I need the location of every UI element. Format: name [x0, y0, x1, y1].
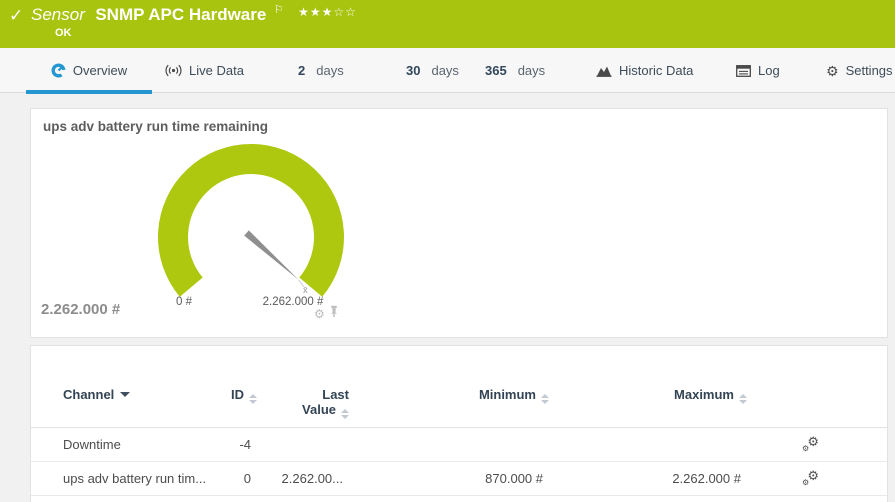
- channel-table-panel: Channel ID Last Value Minimum Maximum Do…: [30, 345, 888, 502]
- sort-icon: [341, 409, 349, 419]
- table-row-battery-runtime: ups adv battery run tim... 0 2.262.00...…: [31, 462, 887, 496]
- tab-365-days[interactable]: 365 days: [485, 48, 545, 93]
- area-chart-icon: [596, 64, 612, 77]
- tab-historic-data-label: Historic Data: [619, 63, 693, 78]
- sort-icon: [541, 394, 549, 404]
- tab-settings-label: Settings: [846, 63, 893, 78]
- battery-runtime-gauge: x̄ 0 # 2.262.000 #: [129, 131, 371, 331]
- cell-channel[interactable]: ups adv battery run tim...: [31, 462, 211, 496]
- header-id[interactable]: ID: [211, 372, 259, 428]
- gauge-current-value: 2.262.000 #: [41, 301, 120, 318]
- channel-table-header-row: Channel ID Last Value Minimum Maximum: [31, 372, 887, 428]
- tab-30-days[interactable]: 30 days: [406, 48, 459, 93]
- tab-historic-data[interactable]: Historic Data: [596, 48, 693, 93]
- gauge-panel: ups adv battery run time remaining x̄ 0 …: [30, 108, 888, 338]
- cell-id: 0: [211, 462, 259, 496]
- cell-last-value: 2.262.00...: [259, 462, 351, 496]
- header-maximum[interactable]: Maximum: [551, 372, 749, 428]
- tab-overview-label: Overview: [73, 63, 127, 78]
- header-minimum-label: Minimum: [479, 387, 536, 402]
- header-channel[interactable]: Channel: [31, 372, 211, 428]
- object-kind-label: Sensor: [31, 5, 85, 24]
- sensor-name: SNMP APC Hardware: [95, 5, 266, 24]
- log-list-icon: [736, 65, 751, 77]
- tab-live-data-label: Live Data: [189, 63, 244, 78]
- tab-log-label: Log: [758, 63, 780, 78]
- header-id-label: ID: [231, 387, 244, 402]
- channel-settings-icon[interactable]: [802, 470, 819, 485]
- sensor-status-text: OK: [55, 27, 72, 39]
- sort-descending-icon: [120, 392, 130, 397]
- sensor-title-line: Sensor SNMP APC Hardware ⚐ ★★★☆☆: [31, 5, 357, 25]
- channel-table: Channel ID Last Value Minimum Maximum Do…: [31, 372, 887, 496]
- gauge-settings-icon[interactable]: ⚙: [314, 308, 325, 320]
- tab-365-days-word: days: [518, 63, 545, 78]
- gauge-pin-icon[interactable]: [329, 305, 339, 323]
- tab-2-days-word: days: [316, 63, 343, 78]
- gauge-scale-min: 0 #: [176, 296, 193, 308]
- cell-minimum: 870.000 #: [351, 462, 551, 496]
- gauge-icon: [51, 63, 66, 78]
- tab-settings[interactable]: ⚙ Settings: [826, 48, 893, 93]
- cell-maximum: 2.262.000 #: [551, 462, 749, 496]
- cell-last-value: [259, 428, 351, 462]
- tab-log[interactable]: Log: [736, 48, 780, 93]
- live-data-icon: [165, 64, 182, 77]
- header-last-value[interactable]: Last Value: [259, 372, 351, 428]
- header-actions: [749, 372, 887, 428]
- gear-icon: ⚙: [826, 64, 839, 78]
- stars-filled[interactable]: ★★★: [298, 5, 333, 19]
- header-minimum[interactable]: Minimum: [351, 372, 551, 428]
- cell-id: -4: [211, 428, 259, 462]
- channel-settings-icon[interactable]: [802, 436, 819, 451]
- table-row-downtime: Downtime -4: [31, 428, 887, 462]
- tab-bar: Overview Live Data 2 days 30 days 365 da…: [0, 48, 895, 93]
- tab-365-days-number: 365: [485, 63, 507, 78]
- priority-flag-icon[interactable]: ⚐: [274, 4, 284, 16]
- cell-channel[interactable]: Downtime: [31, 428, 211, 462]
- gauge-needle: [244, 230, 298, 279]
- gauge-arc: [158, 144, 344, 297]
- tab-2-days[interactable]: 2 days: [298, 48, 344, 93]
- sort-icon: [739, 394, 747, 404]
- header-channel-label: Channel: [63, 387, 114, 402]
- ok-check-icon: ✓: [9, 6, 23, 26]
- cell-maximum: [551, 428, 749, 462]
- tab-live-data[interactable]: Live Data: [165, 48, 244, 93]
- priority-stars[interactable]: ★★★☆☆: [298, 5, 357, 19]
- tab-30-days-word: days: [431, 63, 458, 78]
- header-maximum-label: Maximum: [674, 387, 734, 402]
- tab-2-days-number: 2: [298, 63, 305, 78]
- tab-overview[interactable]: Overview: [26, 48, 152, 93]
- cell-minimum: [351, 428, 551, 462]
- gauge-mean-marker: x̄: [303, 285, 308, 296]
- gauge-toolbar: ⚙: [314, 305, 339, 323]
- tab-30-days-number: 30: [406, 63, 420, 78]
- sort-icon: [249, 394, 257, 404]
- sensor-status-bar: ✓ Sensor SNMP APC Hardware ⚐ ★★★☆☆ OK: [0, 0, 895, 48]
- stars-empty[interactable]: ☆☆: [333, 5, 357, 19]
